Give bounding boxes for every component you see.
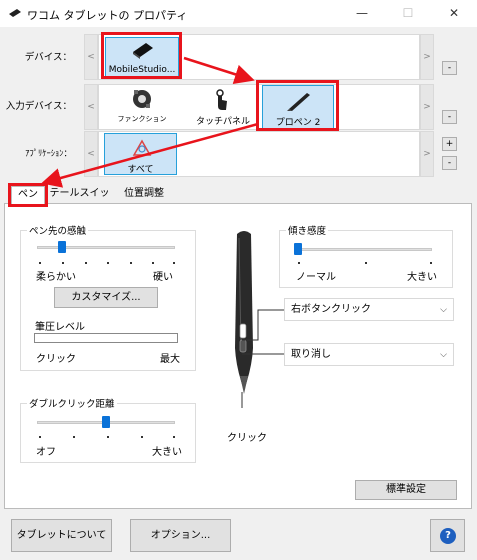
tick — [152, 262, 154, 264]
tick — [39, 262, 41, 264]
tilt-title: 傾き感度 — [286, 223, 329, 237]
tick — [365, 262, 367, 264]
tab-tail-switch[interactable]: テールスイッチ — [47, 186, 112, 215]
pen-tip-label: クリック — [227, 433, 267, 444]
double-click-min-label: オフ — [36, 447, 56, 458]
chevron-down-icon: ⌵ — [440, 305, 447, 315]
pen-feel-title: ペン先の感触 — [27, 223, 89, 237]
tick — [130, 262, 132, 264]
pen-button-leaders — [241, 309, 284, 408]
double-click-title: ダブルクリック距離 — [27, 396, 117, 410]
upper-button-select[interactable]: 右ボタンクリック ⌵ — [284, 298, 454, 321]
pen-feel-slider-thumb[interactable] — [57, 241, 66, 253]
tilt-track — [296, 248, 432, 251]
default-button[interactable]: 標準設定 — [355, 480, 457, 500]
tick — [62, 262, 64, 264]
tick — [107, 436, 109, 438]
chevron-down-icon: ⌵ — [440, 350, 447, 360]
lower-button-value: 取り消し — [291, 349, 331, 360]
tick — [85, 262, 87, 264]
tick — [173, 436, 175, 438]
arrow-device-to-pen — [183, 56, 255, 84]
customize-button[interactable]: カスタマイズ... — [54, 287, 158, 308]
tick — [107, 262, 109, 264]
tick — [173, 262, 175, 264]
lower-button-select[interactable]: 取り消し ⌵ — [284, 343, 454, 366]
upper-button-value: 右ボタンクリック — [291, 304, 371, 315]
pen-feel-min-label: 柔らかい — [36, 272, 76, 283]
pressure-level-label: 筆圧レベル — [35, 322, 85, 333]
pressure-max-label: 最大 — [160, 354, 180, 365]
tab-position[interactable]: 位置調整 — [116, 186, 172, 204]
help-icon: ? — [440, 528, 456, 544]
tilt-min-label: ノーマル — [296, 272, 336, 283]
highlight-pen-tab — [8, 183, 48, 207]
pressure-meter — [34, 333, 178, 343]
tilt-max-label: 大きい — [407, 272, 437, 283]
tick — [430, 262, 432, 264]
pen-feel-max-label: 硬い — [153, 272, 173, 283]
double-click-max-label: 大きい — [152, 447, 182, 458]
tick — [298, 262, 300, 264]
tick — [73, 436, 75, 438]
about-tablet-button[interactable]: タブレットについて — [11, 519, 112, 552]
tilt-slider-thumb[interactable] — [294, 243, 302, 255]
pressure-min-label: クリック — [36, 354, 76, 365]
help-button[interactable]: ? — [430, 519, 465, 552]
arrow-pen-to-tab — [41, 122, 259, 188]
tick — [39, 436, 41, 438]
tick — [141, 436, 143, 438]
options-button[interactable]: オプション... — [130, 519, 231, 552]
double-click-slider-thumb[interactable] — [102, 416, 110, 428]
